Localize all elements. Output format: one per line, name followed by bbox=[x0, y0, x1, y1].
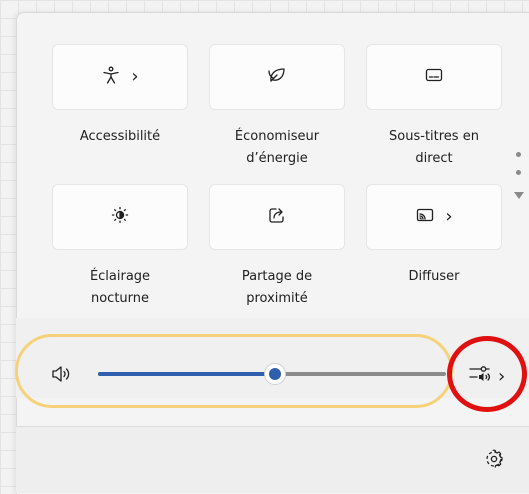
energy-saver-tile[interactable] bbox=[209, 44, 345, 110]
nearby-share-tile[interactable] bbox=[209, 184, 345, 250]
volume-slider-fill bbox=[98, 372, 275, 376]
night-light-label: Éclairage nocturne bbox=[89, 269, 151, 306]
page-indicator-dot[interactable] bbox=[516, 152, 521, 157]
footer-bar bbox=[16, 427, 529, 493]
scroll-down-icon[interactable] bbox=[514, 192, 524, 199]
volume-highlight-annotation bbox=[15, 334, 453, 408]
page-indicator-dot[interactable] bbox=[516, 170, 521, 175]
accessibility-icon bbox=[101, 65, 121, 89]
live-captions-icon bbox=[424, 65, 444, 89]
cast-label: Diffuser bbox=[408, 269, 460, 284]
cast-icon bbox=[415, 205, 435, 229]
gear-icon[interactable] bbox=[484, 449, 504, 473]
energy-saver-icon bbox=[267, 65, 287, 89]
volume-slider-thumb[interactable] bbox=[264, 363, 286, 385]
live-captions-tile[interactable] bbox=[366, 44, 502, 110]
chevron-right-icon: › bbox=[445, 206, 453, 227]
accessibility-tile[interactable]: › bbox=[52, 44, 188, 110]
chevron-right-icon: › bbox=[131, 66, 139, 87]
accessibility-label: Accessibilité bbox=[79, 129, 161, 144]
night-light-icon bbox=[110, 205, 130, 229]
energy-saver-label: Économiseur d’énergie bbox=[234, 129, 320, 166]
cast-tile[interactable]: › bbox=[366, 184, 502, 250]
mixer-annotation-circle bbox=[447, 336, 527, 412]
nearby-share-icon bbox=[267, 205, 287, 229]
speaker-icon[interactable] bbox=[51, 364, 73, 388]
live-captions-label: Sous-titres en direct bbox=[389, 129, 479, 166]
night-light-tile[interactable] bbox=[52, 184, 188, 250]
nearby-share-label: Partage de proximité bbox=[241, 269, 313, 306]
